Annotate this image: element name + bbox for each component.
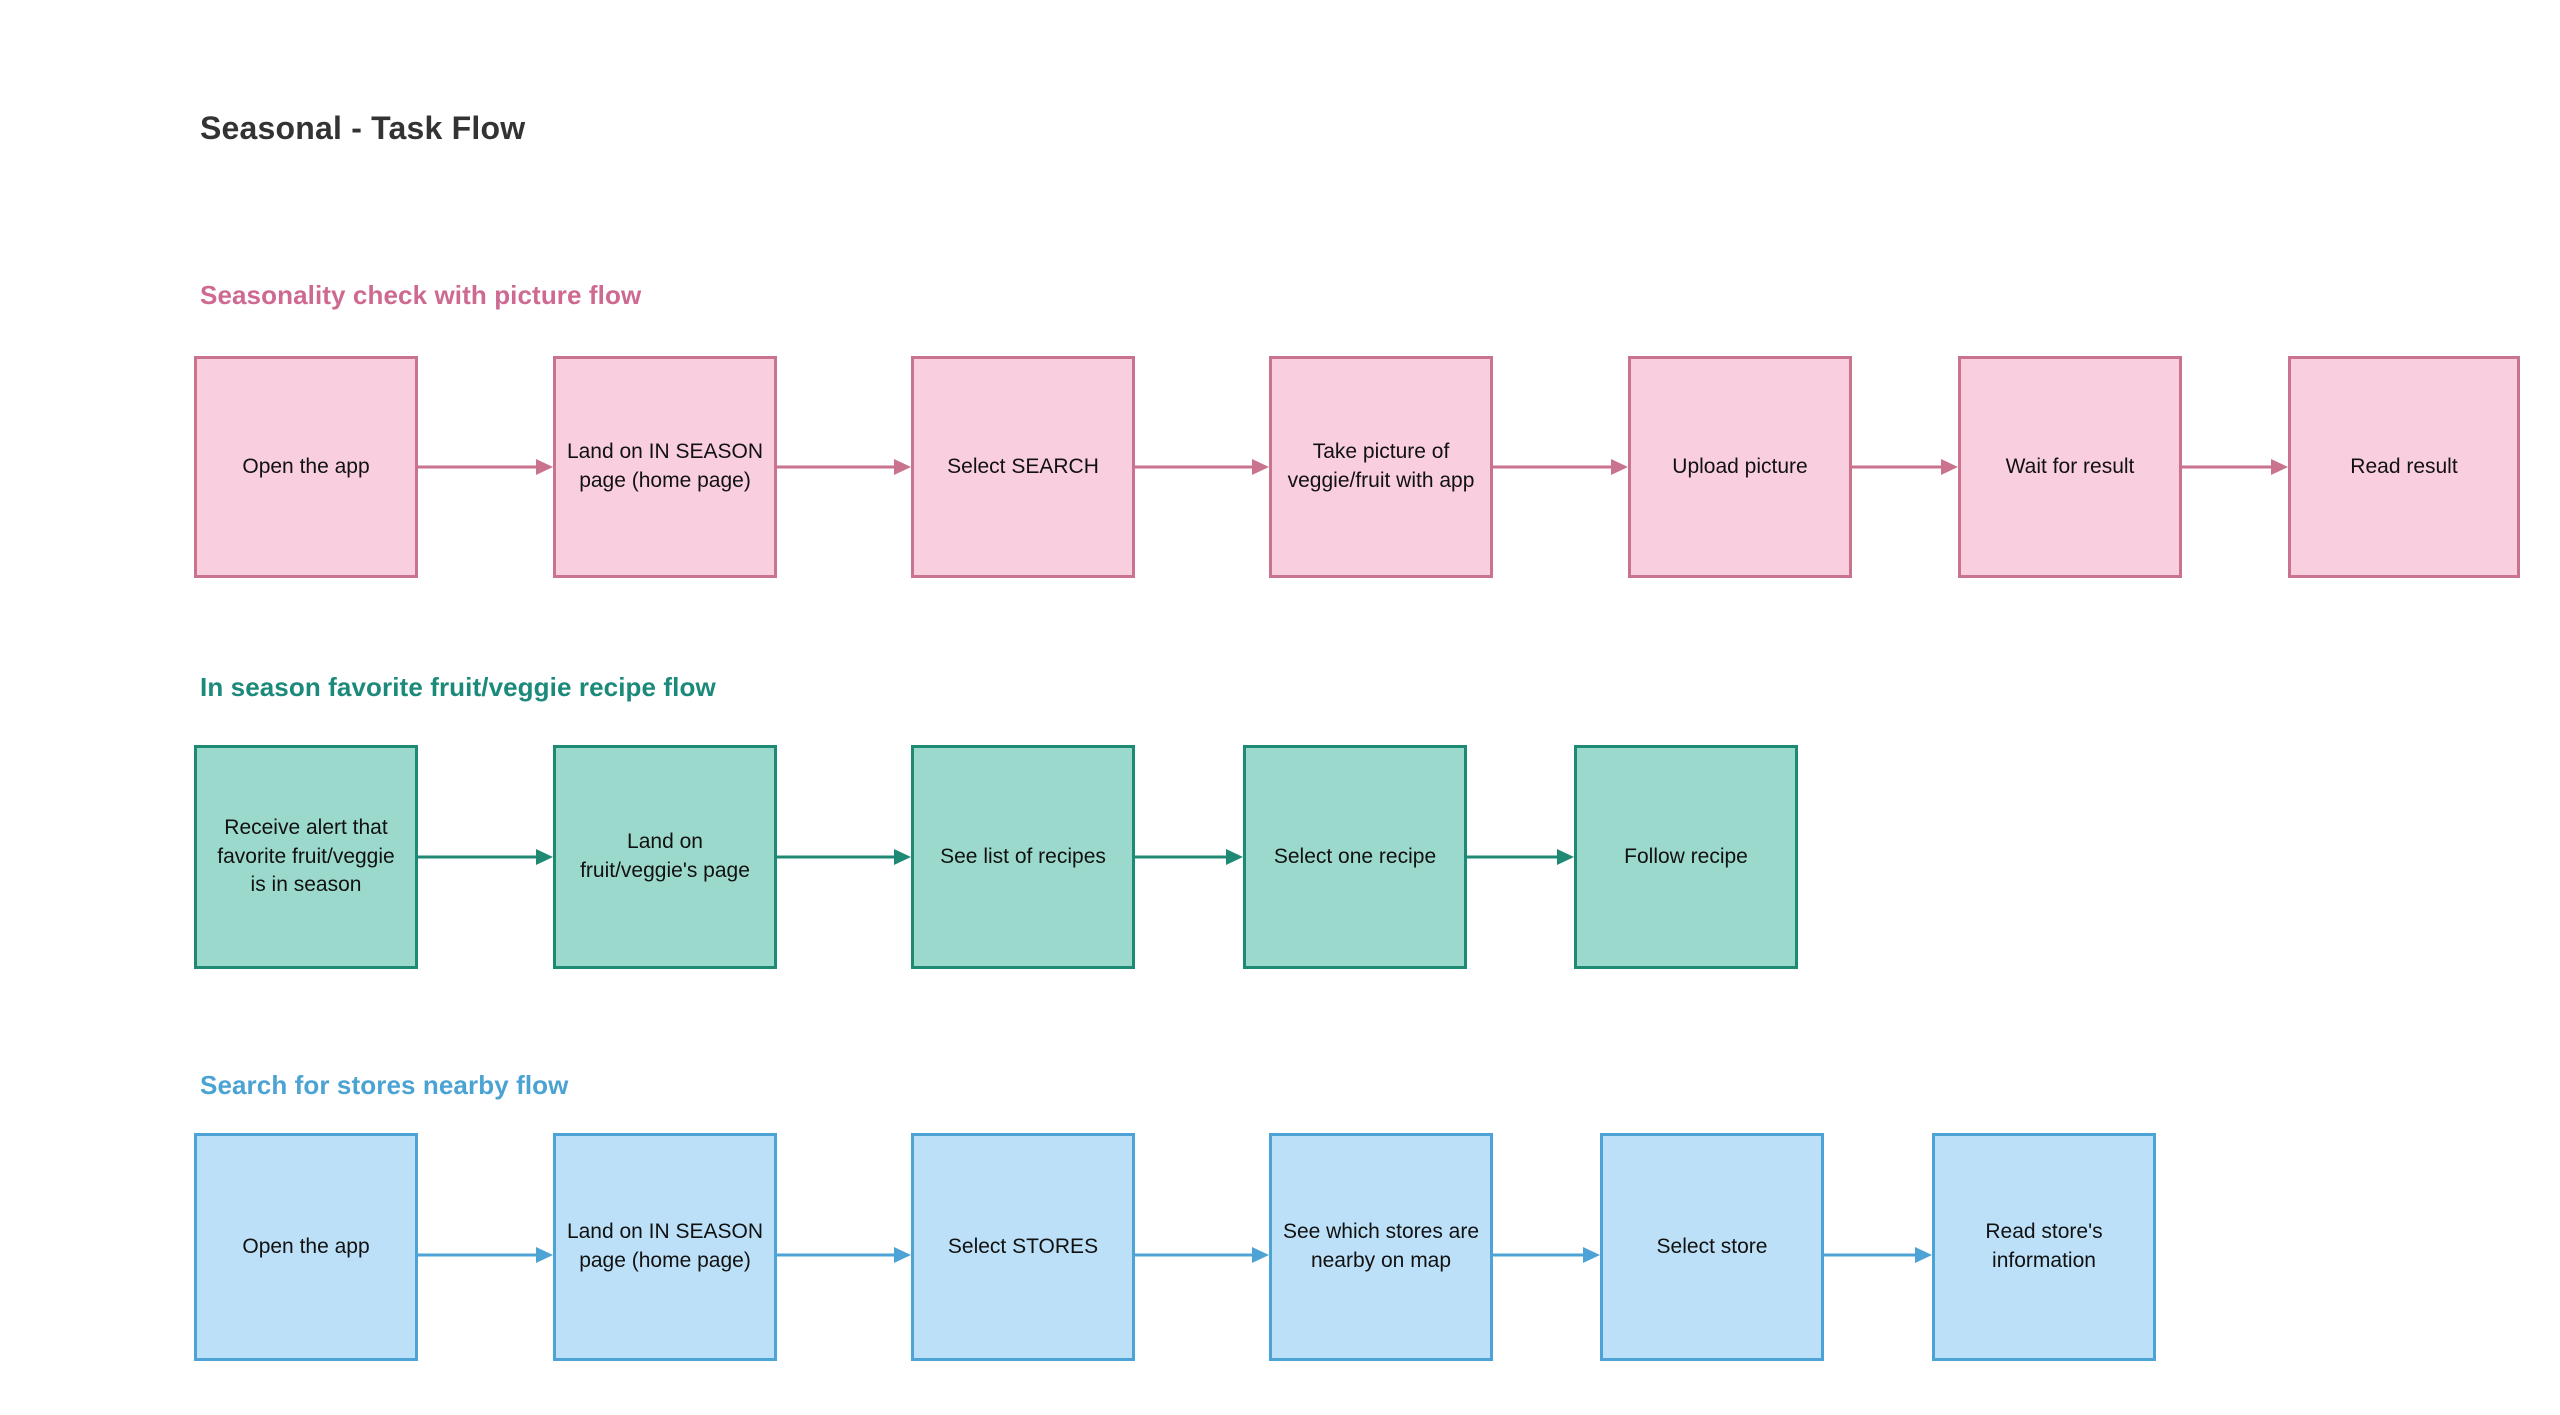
- flow-step-node[interactable]: Land on fruit/veggie's page: [553, 745, 777, 969]
- flow-step-node[interactable]: Upload picture: [1628, 356, 1852, 578]
- flow-arrow: [1852, 459, 1958, 475]
- flow-step-node[interactable]: Open the app: [194, 1133, 418, 1361]
- flow-arrow: [1824, 1247, 1932, 1263]
- flow-title-search-for-stores-nearby-flow: Search for stores nearby flow: [200, 1070, 569, 1100]
- flow-step-label: See list of recipes: [940, 844, 1106, 868]
- flow-step-label: Read result: [2350, 454, 2458, 478]
- flow-step-label: Land on fruit/veggie's page: [580, 830, 750, 882]
- flow-arrow: [1493, 459, 1628, 475]
- flow-step-node[interactable]: Select SEARCH: [911, 356, 1135, 578]
- flow-step-node[interactable]: See which stores are nearby on map: [1269, 1133, 1493, 1361]
- flow-arrow: [2182, 459, 2288, 475]
- flow-step-label: Read store's information: [1985, 1220, 2103, 1272]
- flow-step-node[interactable]: Land on IN SEASON page (home page): [553, 1133, 777, 1361]
- flow-step-node[interactable]: Open the app: [194, 356, 418, 578]
- flow-step-label: Land on IN SEASON page (home page): [566, 1220, 764, 1272]
- flow-step-node[interactable]: See list of recipes: [911, 745, 1135, 969]
- flow-step-node[interactable]: Select one recipe: [1243, 745, 1467, 969]
- flow-arrow: [418, 849, 553, 865]
- flow-step-label: Select STORES: [947, 1234, 1099, 1258]
- flow-arrow: [418, 1247, 553, 1263]
- flow-arrow: [1135, 1247, 1269, 1263]
- flow-step-label: Land on IN SEASON page (home page): [566, 440, 764, 492]
- flow-step-label: Receive alert that favorite fruit/veggie…: [217, 815, 395, 897]
- flow-step-node[interactable]: Receive alert that favorite fruit/veggie…: [194, 745, 418, 969]
- flow-step-label: Wait for result: [2005, 454, 2135, 478]
- flow-arrow: [777, 459, 911, 475]
- flow-arrow: [1135, 459, 1269, 475]
- flow-arrow: [777, 849, 911, 865]
- flow-arrow: [1135, 849, 1243, 865]
- flow-step-node[interactable]: Wait for result: [1958, 356, 2182, 578]
- flow-step-label: Upload picture: [1672, 454, 1808, 478]
- flow-step-label: Follow recipe: [1624, 844, 1748, 868]
- page-title: Seasonal - Task Flow: [200, 110, 526, 146]
- flow-step-node[interactable]: Read result: [2288, 356, 2520, 578]
- flow-step-label: Take picture of veggie/fruit with app: [1287, 440, 1475, 492]
- flow-step-node[interactable]: Take picture of veggie/fruit with app: [1269, 356, 1493, 578]
- flow-step-label: Open the app: [242, 1234, 370, 1258]
- flow-arrow: [777, 1247, 911, 1263]
- flow-step-node[interactable]: Land on IN SEASON page (home page): [553, 356, 777, 578]
- flow-step-node[interactable]: Select store: [1600, 1133, 1824, 1361]
- flow-step-label: Select SEARCH: [947, 454, 1099, 478]
- flow-step-node[interactable]: Follow recipe: [1574, 745, 1798, 969]
- flow-arrow: [418, 459, 553, 475]
- flow-step-label: Open the app: [242, 454, 370, 478]
- flow-step-node[interactable]: Read store's information: [1932, 1133, 2156, 1361]
- flow-step-node[interactable]: Select STORES: [911, 1133, 1135, 1361]
- flow-step-label: Select one recipe: [1273, 844, 1437, 868]
- flow-title-seasonality-check-with-picture-flow: Seasonality check with picture flow: [200, 280, 642, 310]
- flow-step-label: Select store: [1656, 1234, 1768, 1258]
- flow-title-in-season-favorite-fruit-veggie-recipe-flow: In season favorite fruit/veggie recipe f…: [200, 672, 716, 702]
- flow-arrow: [1493, 1247, 1600, 1263]
- flow-step-label: See which stores are nearby on map: [1282, 1220, 1480, 1272]
- flow-arrow: [1467, 849, 1574, 865]
